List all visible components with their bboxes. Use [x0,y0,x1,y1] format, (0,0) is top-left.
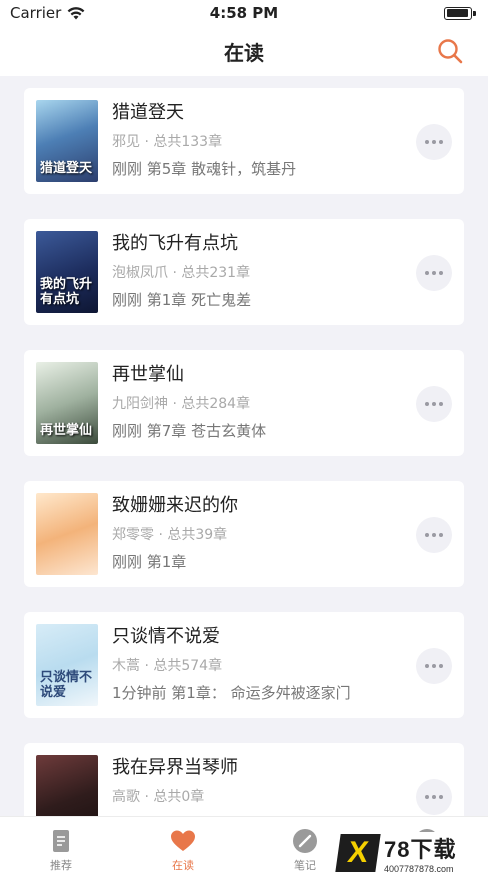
pen-icon [293,829,317,853]
nav-bar: 在读 [0,26,488,76]
more-options-button[interactable] [416,648,452,684]
book-meta: 泡椒凤爪 · 总共231章 [112,265,251,281]
book-cover: 再世掌仙 [36,362,98,444]
book-info: 我在异界当琴师 高歌 · 总共0章 [112,743,464,816]
book-card[interactable]: 致姗姗来迟的你 郑零零 · 总共39章 刚刚 第1章 [24,481,464,587]
cover-title: 猎道登天 [40,160,93,176]
book-card[interactable]: 只谈情不说爱 只谈情不说爱 木蒿 · 总共574章 1分钟前 第1章： 命运多舛… [24,612,464,718]
status-bar: Carrier 4:58 PM [0,0,488,26]
battery-icon [444,6,476,20]
book-info: 只谈情不说爱 木蒿 · 总共574章 1分钟前 第1章： 命运多舛被逐家门 [112,612,464,718]
heart-icon [171,830,195,851]
watermark-url: 4007787878.com [384,864,454,874]
more-options-button[interactable] [416,779,452,815]
book-progress: 刚刚 第1章 [112,553,187,571]
book-info: 致姗姗来迟的你 郑零零 · 总共39章 刚刚 第1章 [112,481,464,587]
book-title: 我在异界当琴师 [112,757,238,778]
reading-list[interactable]: 猎道登天 猎道登天 邪见 · 总共133章 刚刚 第5章 散魂针，筑基丹 我的飞… [0,76,488,816]
document-icon [53,830,69,852]
book-progress: 刚刚 第1章 死亡鬼差 [112,291,252,309]
book-meta: 邪见 · 总共133章 [112,134,223,150]
watermark-text: 78下载 [384,837,457,862]
book-meta: 高歌 · 总共0章 [112,789,205,805]
book-info: 猎道登天 邪见 · 总共133章 刚刚 第5章 散魂针，筑基丹 [112,88,464,194]
more-options-button[interactable] [416,124,452,160]
tab-reading[interactable]: 在读 [122,817,244,874]
book-meta: 九阳剑神 · 总共284章 [112,396,251,412]
book-title: 致姗姗来迟的你 [112,495,238,516]
status-time: 4:58 PM [209,4,279,22]
book-cover: 猎道登天 [36,100,98,182]
book-cover: 只谈情不说爱 [36,624,98,706]
watermark-x-icon: X [335,834,381,872]
tab-recommend[interactable]: 推荐 [0,817,122,874]
tab-label: 在读 [172,859,194,872]
cover-title: 我的飞升有点坑 [40,277,93,307]
tab-label: 笔记 [294,859,316,872]
book-card[interactable]: 我在异界当琴师 高歌 · 总共0章 [24,743,464,816]
more-options-button[interactable] [416,517,452,553]
book-cover [36,493,98,575]
book-title: 我的飞升有点坑 [112,233,238,254]
book-progress: 刚刚 第5章 散魂针，筑基丹 [112,160,297,178]
book-cover: 我的飞升有点坑 [36,231,98,313]
book-title: 只谈情不说爱 [112,626,220,647]
book-progress: 1分钟前 第1章： 命运多舛被逐家门 [112,684,351,702]
book-cover [36,755,98,816]
book-card[interactable]: 猎道登天 猎道登天 邪见 · 总共133章 刚刚 第5章 散魂针，筑基丹 [24,88,464,194]
more-options-button[interactable] [416,386,452,422]
search-icon[interactable] [436,37,464,65]
book-meta: 木蒿 · 总共574章 [112,658,223,674]
book-info: 我的飞升有点坑 泡椒凤爪 · 总共231章 刚刚 第1章 死亡鬼差 [112,219,464,325]
book-title: 再世掌仙 [112,364,184,385]
book-card[interactable]: 我的飞升有点坑 我的飞升有点坑 泡椒凤爪 · 总共231章 刚刚 第1章 死亡鬼… [24,219,464,325]
page-title: 在读 [224,40,264,65]
more-options-button[interactable] [416,255,452,291]
watermark-logo: X 78下载 4007787878.com [334,832,484,874]
cover-title: 再世掌仙 [40,422,93,438]
book-meta: 郑零零 · 总共39章 [112,527,228,543]
book-title: 猎道登天 [112,102,184,123]
book-info: 再世掌仙 九阳剑神 · 总共284章 刚刚 第7章 苍古玄黄体 [112,350,464,456]
tab-label: 推荐 [50,859,72,872]
book-card[interactable]: 再世掌仙 再世掌仙 九阳剑神 · 总共284章 刚刚 第7章 苍古玄黄体 [24,350,464,456]
book-progress: 刚刚 第7章 苍古玄黄体 [112,422,267,440]
cover-title: 只谈情不说爱 [40,670,93,700]
